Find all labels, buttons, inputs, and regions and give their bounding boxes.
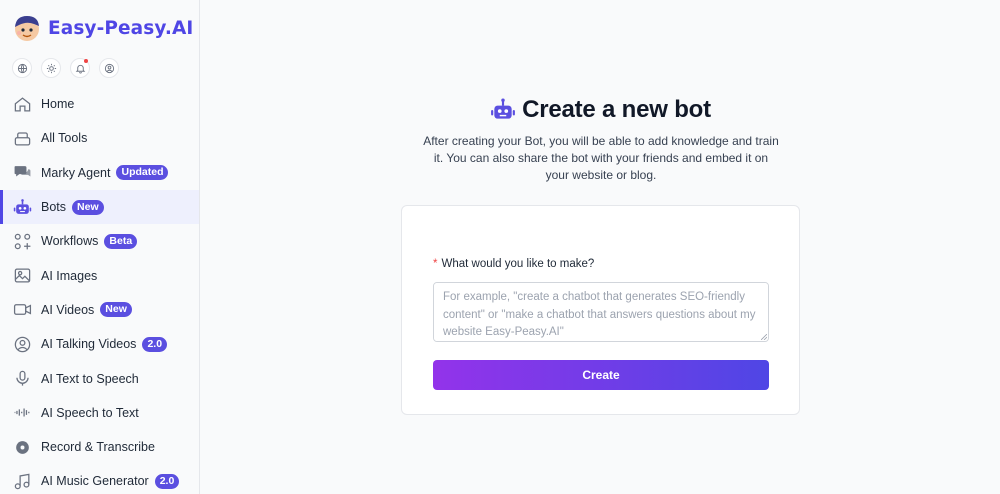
create-button[interactable]: Create xyxy=(433,360,769,390)
sidebar-item-ai-music-generator[interactable]: AI Music Generator 2.0 xyxy=(0,464,199,494)
resize-grip-icon[interactable] xyxy=(761,334,767,340)
user-circle-icon[interactable] xyxy=(99,58,119,78)
page-heading: Create a new bot xyxy=(201,96,1000,124)
sidebar-item-ai-talking-videos[interactable]: AI Talking Videos 2.0 xyxy=(0,327,199,361)
sidebar-nav: Home All Tools Marky Agent Updated Bots … xyxy=(0,87,199,494)
video-icon xyxy=(12,300,32,320)
prompt-label-text: What would you like to make? xyxy=(441,258,595,270)
version-badge: 2.0 xyxy=(142,336,168,352)
sidebar-item-label: AI Talking Videos xyxy=(41,337,137,352)
sidebar-item-ai-images[interactable]: AI Images xyxy=(0,258,199,292)
sun-icon[interactable] xyxy=(41,58,61,78)
brand-logo xyxy=(12,13,42,43)
sidebar-item-marky-agent[interactable]: Marky Agent Updated xyxy=(0,156,199,190)
chat-icon xyxy=(12,163,32,183)
record-icon xyxy=(12,437,32,457)
beta-badge: Beta xyxy=(104,233,138,249)
globe-icon[interactable] xyxy=(12,58,32,78)
brand-name: Easy-Peasy.AI xyxy=(48,17,194,39)
bell-icon[interactable] xyxy=(70,58,90,78)
page-description: After creating your Bot, you will be abl… xyxy=(423,134,779,182)
sidebar-item-workflows[interactable]: Workflows Beta xyxy=(0,224,199,258)
sidebar-item-all-tools[interactable]: All Tools xyxy=(0,121,199,155)
required-mark: * xyxy=(433,258,438,270)
sidebar-item-label: Bots xyxy=(41,200,67,215)
sidebar-item-label: AI Videos xyxy=(41,302,95,317)
sidebar-item-ai-text-to-speech[interactable]: AI Text to Speech xyxy=(0,361,199,395)
sidebar-item-label: Workflows xyxy=(41,234,99,249)
home-icon xyxy=(12,94,32,114)
updated-badge: Updated xyxy=(116,165,169,181)
user-circle-icon xyxy=(12,334,32,354)
sidebar-item-ai-speech-to-text[interactable]: AI Speech to Text xyxy=(0,396,199,430)
sidebar-item-label: Marky Agent xyxy=(41,165,111,180)
create-bot-form: *What would you like to make? Create xyxy=(401,205,800,415)
prompt-label: * What would you like to make? xyxy=(433,258,594,270)
sidebar-item-bots[interactable]: Bots New xyxy=(0,189,199,225)
new-badge: New xyxy=(100,302,132,318)
sidebar-item-home[interactable]: Home xyxy=(0,87,199,121)
sidebar-item-label: All Tools xyxy=(41,131,88,146)
utility-row xyxy=(0,56,199,80)
image-icon xyxy=(12,266,32,286)
version-badge: 2.0 xyxy=(154,473,180,489)
microphone-icon xyxy=(12,369,32,389)
page-title: Create a new bot xyxy=(522,96,711,123)
music-icon xyxy=(12,471,32,491)
new-badge: New xyxy=(72,199,104,215)
robot-icon xyxy=(491,98,515,119)
robot-icon xyxy=(12,197,32,217)
main-content: Create a new bot After creating your Bot… xyxy=(201,0,1000,494)
sidebar-item-label: AI Speech to Text xyxy=(41,405,139,420)
waveform-icon xyxy=(12,403,32,423)
brand[interactable]: Easy-Peasy.AI xyxy=(0,0,199,56)
sidebar-item-ai-videos[interactable]: AI Videos New xyxy=(0,293,199,327)
sidebar-item-record-transcribe[interactable]: Record & Transcribe xyxy=(0,430,199,464)
bot-prompt-input[interactable] xyxy=(433,282,769,342)
sidebar-item-label: AI Music Generator xyxy=(41,474,149,489)
sidebar-item-label: AI Images xyxy=(41,268,98,283)
workflow-icon xyxy=(12,231,32,251)
sidebar-item-label: Home xyxy=(41,97,75,112)
sidebar: Easy-Peasy.AI Home All Tools Marky Agent xyxy=(0,0,200,494)
sidebar-item-label: Record & Transcribe xyxy=(41,440,155,455)
notification-dot xyxy=(84,59,88,63)
tools-icon xyxy=(12,128,32,148)
sidebar-item-label: AI Text to Speech xyxy=(41,371,139,386)
